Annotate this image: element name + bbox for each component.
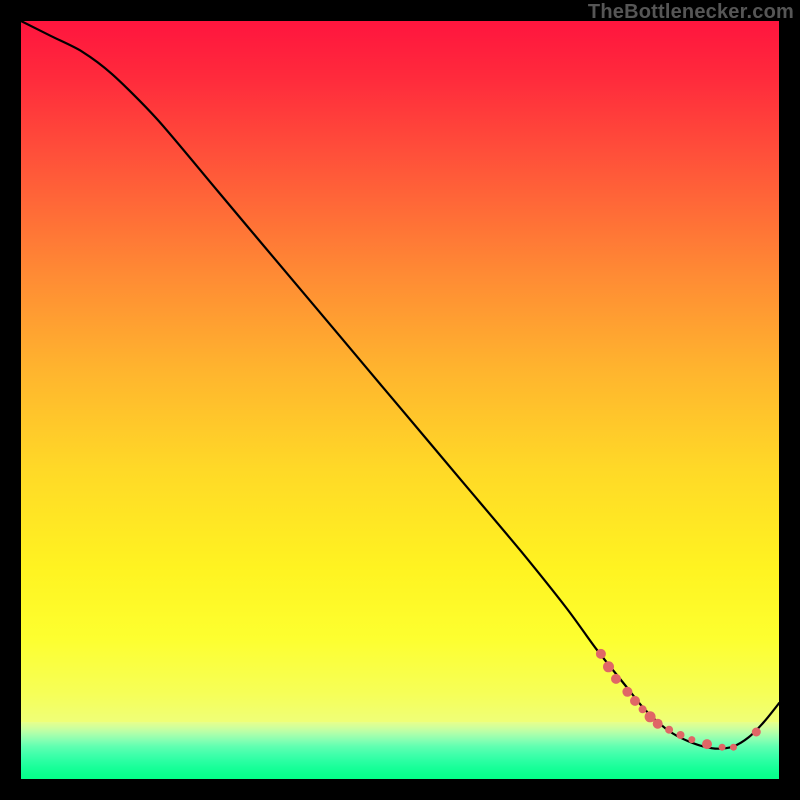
gradient-green [21, 722, 779, 779]
attribution-text: TheBottlenecker.com [588, 1, 794, 24]
gradient-heat [21, 21, 779, 722]
plot-area [21, 21, 779, 779]
chart-stage: TheBottlenecker.com [0, 0, 800, 800]
